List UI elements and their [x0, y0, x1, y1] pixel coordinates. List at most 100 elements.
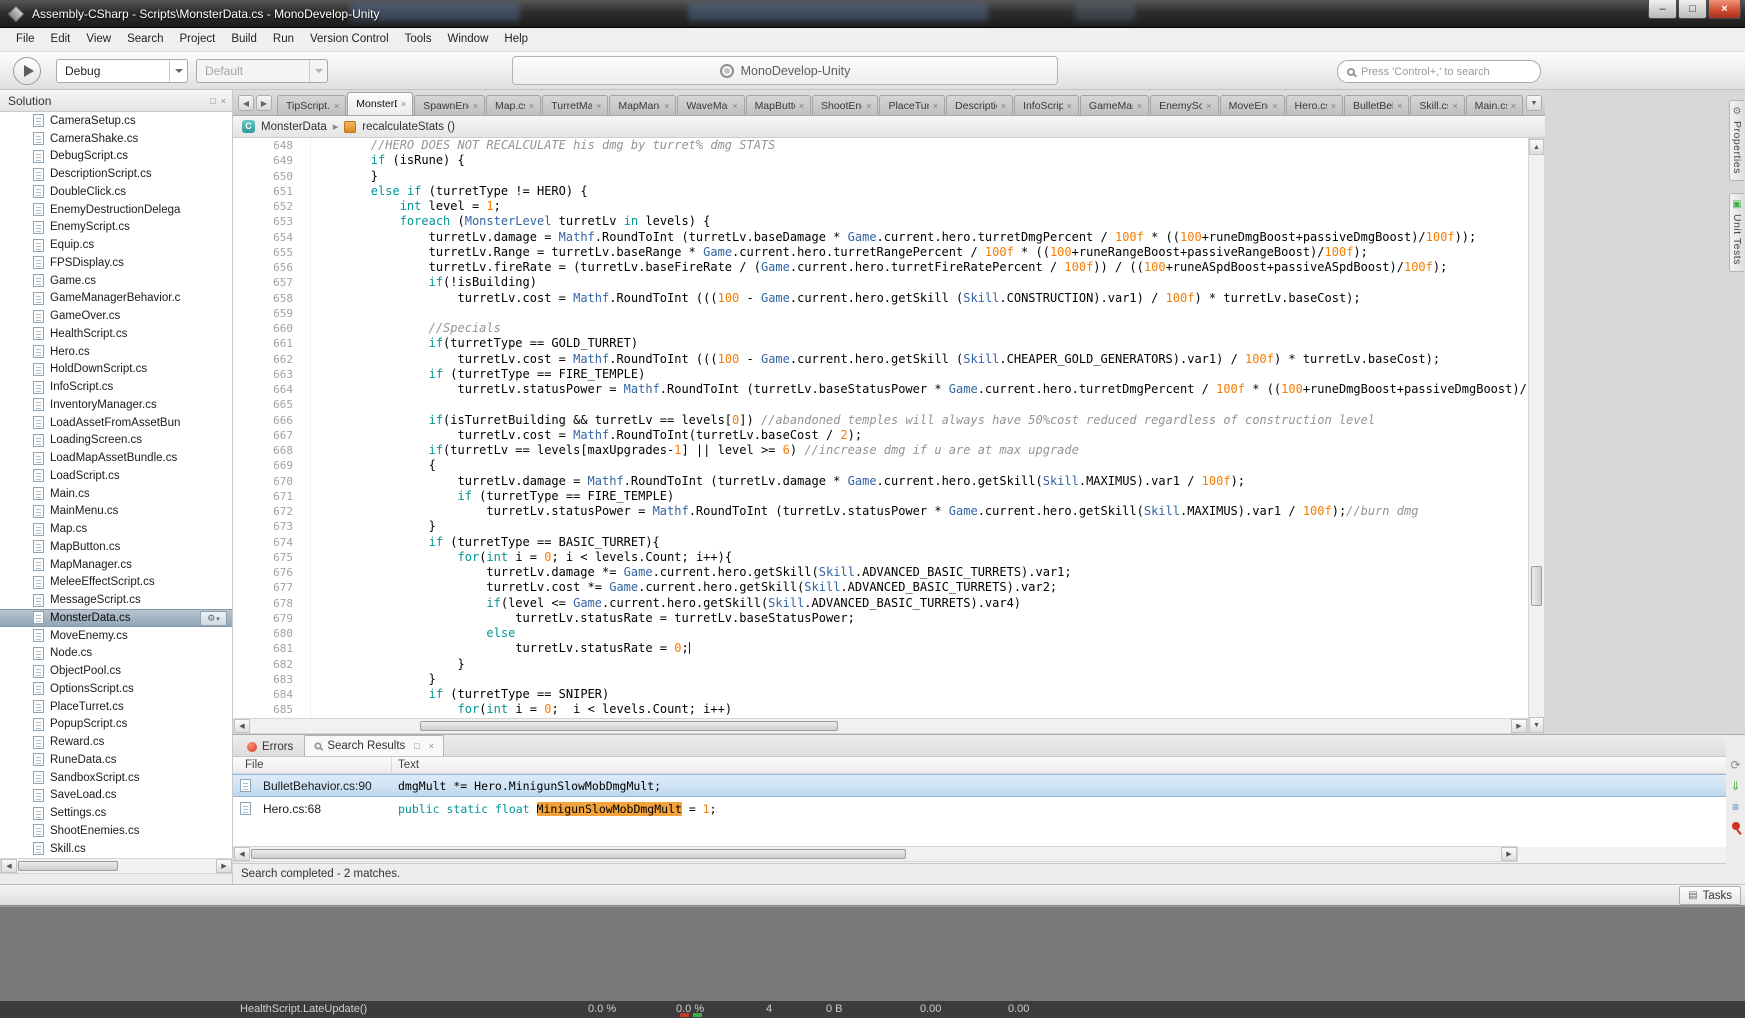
file-item[interactable]: FPSDisplay.cs: [0, 254, 232, 272]
scroll-left-icon[interactable]: ◀: [234, 719, 250, 733]
tasks-button[interactable]: ▤ Tasks: [1679, 886, 1741, 905]
menu-tools[interactable]: Tools: [397, 28, 440, 51]
file-item[interactable]: DebugScript.cs: [0, 148, 232, 166]
configuration-select[interactable]: Debug: [56, 59, 188, 83]
dock-tab-properties[interactable]: ⚙Properties: [1729, 100, 1744, 181]
file-item[interactable]: DoubleClick.cs: [0, 183, 232, 201]
file-options-button[interactable]: ⚙▾: [200, 611, 227, 626]
menu-project[interactable]: Project: [172, 28, 224, 51]
file-item[interactable]: MapButton.cs: [0, 538, 232, 556]
close-icon[interactable]: ×: [1067, 101, 1072, 111]
document-tab[interactable]: SpawnEne×: [414, 95, 485, 115]
column-text[interactable]: Text: [391, 757, 1726, 773]
code-line[interactable]: 673 }: [233, 519, 1528, 534]
menu-file[interactable]: File: [8, 28, 43, 51]
code-line[interactable]: 667 turretLv.cost = Mathf.RoundToInt(tur…: [233, 428, 1528, 443]
scroll-down-icon[interactable]: ▼: [1529, 717, 1544, 733]
file-item[interactable]: InventoryManager.cs: [0, 396, 232, 414]
close-icon[interactable]: ×: [1137, 101, 1142, 111]
code-line[interactable]: 678 if(level <= Game.current.hero.getSki…: [233, 596, 1528, 611]
code-line[interactable]: 649 if (isRune) {: [233, 153, 1528, 168]
dock-icon[interactable]: □: [210, 96, 215, 106]
file-item[interactable]: GameManagerBehavior.c: [0, 290, 232, 308]
file-item[interactable]: Map.cs: [0, 520, 232, 538]
file-item[interactable]: LoadMapAssetBundle.cs: [0, 449, 232, 467]
document-tab[interactable]: BulletBeh×: [1344, 95, 1409, 115]
menu-edit[interactable]: Edit: [43, 28, 79, 51]
code-line[interactable]: 661 if(turretType == GOLD_TURRET): [233, 336, 1528, 351]
code-line[interactable]: 666 if(isTurretBuilding && turretLv == l…: [233, 413, 1528, 428]
file-item[interactable]: InfoScript.cs: [0, 378, 232, 396]
document-tab[interactable]: Skill.cs×: [1410, 95, 1464, 115]
close-icon[interactable]: ×: [1397, 101, 1402, 111]
code-line[interactable]: 683 }: [233, 672, 1528, 687]
run-button[interactable]: [13, 57, 41, 85]
document-tab[interactable]: Descriptio×: [946, 95, 1013, 115]
close-icon[interactable]: ×: [596, 101, 601, 111]
file-item[interactable]: Reward.cs: [0, 733, 232, 751]
close-icon[interactable]: ×: [401, 99, 406, 109]
refresh-icon[interactable]: ⟳: [1730, 759, 1740, 771]
document-tab[interactable]: Map.cs×: [486, 95, 541, 115]
file-item[interactable]: SaveLoad.cs: [0, 787, 232, 805]
file-item[interactable]: PlaceTurret.cs: [0, 698, 232, 716]
solution-scrollbar-horizontal[interactable]: ◀ ▶: [0, 858, 233, 874]
scroll-right-icon[interactable]: ▶: [1511, 719, 1527, 733]
document-tab[interactable]: Main.cs×: [1466, 95, 1523, 115]
code-line[interactable]: 648 //HERO DOES NOT RECALCULATE his dmg …: [233, 138, 1528, 153]
code-line[interactable]: 653 foreach (MonsterLevel turretLv in le…: [233, 214, 1528, 229]
file-item[interactable]: MoveEnemy.cs: [0, 627, 232, 645]
code-line[interactable]: 650 }: [233, 169, 1528, 184]
tab-nav-back-icon[interactable]: ◀: [238, 95, 254, 111]
search-result-row[interactable]: Hero.cs:68public static float MinigunSlo…: [233, 797, 1726, 820]
code-line[interactable]: 682 }: [233, 657, 1528, 672]
close-icon[interactable]: ×: [933, 101, 938, 111]
code-line[interactable]: 677 turretLv.cost *= Game.current.hero.g…: [233, 580, 1528, 595]
maximize-button[interactable]: □: [1678, 0, 1707, 19]
code-line[interactable]: 657 if(!isBuilding): [233, 275, 1528, 290]
file-item[interactable]: LoadingScreen.cs: [0, 432, 232, 450]
file-item[interactable]: ObjectPool.cs: [0, 662, 232, 680]
document-tab[interactable]: PlaceTurr×: [879, 95, 945, 115]
code-line[interactable]: 674 if (turretType == BASIC_TURRET){: [233, 535, 1528, 550]
scroll-thumb[interactable]: [251, 849, 906, 859]
file-item[interactable]: CameraShake.cs: [0, 130, 232, 148]
global-search-input[interactable]: Press 'Control+,' to search: [1337, 60, 1541, 83]
code-line[interactable]: 651 else if (turretType != HERO) {: [233, 184, 1528, 199]
document-tab[interactable]: Hero.cs×: [1286, 95, 1343, 115]
file-item[interactable]: Game.cs: [0, 272, 232, 290]
close-icon[interactable]: ×: [732, 101, 737, 111]
dock-tab-unit-tests[interactable]: ▣Unit Tests: [1729, 193, 1744, 272]
tab-overflow-button[interactable]: ▼: [1526, 95, 1542, 111]
close-icon[interactable]: ×: [1331, 101, 1336, 111]
document-tab[interactable]: WaveMan×: [677, 95, 744, 115]
code-line[interactable]: 672 turretLv.statusPower = Mathf.RoundTo…: [233, 504, 1528, 519]
code-line[interactable]: 684 if (turretType == SNIPER): [233, 687, 1528, 702]
scroll-thumb[interactable]: [1531, 566, 1542, 606]
file-item[interactable]: PopupScript.cs: [0, 716, 232, 734]
code-line[interactable]: 655 turretLv.Range = turretLv.baseRange …: [233, 245, 1528, 260]
document-tab[interactable]: MoveEne×: [1220, 95, 1285, 115]
file-item[interactable]: MainMenu.cs: [0, 503, 232, 521]
scroll-thumb[interactable]: [18, 861, 118, 871]
tab-nav-forward-icon[interactable]: ▶: [256, 95, 272, 111]
close-icon[interactable]: ×: [799, 101, 804, 111]
code-line[interactable]: 656 turretLv.fireRate = (turretLv.baseFi…: [233, 260, 1528, 275]
search-result-row[interactable]: BulletBehavior.cs:90dmgMult *= Hero.Mini…: [233, 774, 1726, 797]
code-line[interactable]: 681 turretLv.statusRate = 0;: [233, 641, 1528, 656]
file-item[interactable]: MapManager.cs: [0, 556, 232, 574]
scroll-thumb[interactable]: [420, 721, 838, 731]
file-item[interactable]: HoldDownScript.cs: [0, 361, 232, 379]
file-item[interactable]: Equip.cs: [0, 236, 232, 254]
scroll-right-icon[interactable]: ▶: [216, 859, 232, 873]
file-item[interactable]: OptionsScript.cs: [0, 680, 232, 698]
document-tab[interactable]: TurretMar×: [542, 95, 608, 115]
code-line[interactable]: 670 turretLv.damage = Mathf.RoundToInt (…: [233, 474, 1528, 489]
file-item[interactable]: MessageScript.cs: [0, 591, 232, 609]
menu-version-control[interactable]: Version Control: [302, 28, 397, 51]
close-icon[interactable]: ×: [334, 101, 339, 111]
menu-help[interactable]: Help: [496, 28, 536, 51]
code-line[interactable]: 668 if(turretLv == levels[maxUpgrades-1]…: [233, 443, 1528, 458]
file-item[interactable]: Hero.cs: [0, 343, 232, 361]
close-pad-icon[interactable]: ×: [429, 741, 434, 751]
